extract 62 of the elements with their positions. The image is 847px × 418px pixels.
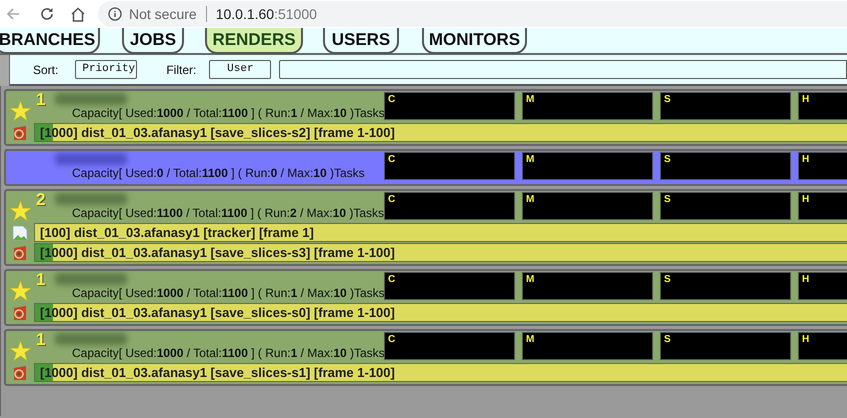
url-text: 10.0.1.60:51000 — [216, 4, 317, 24]
service-icon — [12, 124, 28, 140]
star-icon — [10, 101, 30, 121]
priority-number: 1 — [36, 331, 46, 349]
resource-graph: M — [522, 272, 653, 300]
capacity-text: Capacity[ Used:1000 / Total:1100 ] ( Run:1 / Max:10 )Tasks — [72, 106, 385, 120]
resource-graph: S — [660, 92, 791, 120]
star-icon — [10, 341, 30, 361]
capacity-text: Capacity[ Used:1000 / Total:1100 ] ( Run:1 / Max:10 )Tasks — [72, 346, 385, 360]
capacity-text: Capacity[ Used:1100 / Total:1100 ] ( Run:2 / Max:10 )Tasks — [72, 206, 384, 220]
priority-number: 1 — [36, 91, 46, 109]
priority-number: 1 — [36, 271, 46, 289]
address-bar[interactable]: Not secure 10.0.1.60:51000 — [98, 1, 847, 27]
sort-label: Sort: — [33, 62, 58, 78]
service-icon — [12, 244, 28, 260]
resource-graph: S — [660, 192, 791, 220]
info-icon[interactable] — [108, 7, 122, 21]
star-icon — [10, 281, 30, 301]
service-icon — [12, 304, 28, 320]
resource-graph: M — [522, 332, 653, 360]
security-label: Not secure — [129, 4, 197, 24]
resource-graph: H — [798, 272, 847, 300]
resource-graph: C — [384, 92, 515, 120]
reload-icon[interactable] — [40, 7, 54, 21]
render-card[interactable]: Capacity[ Used:0 / Total:1100 ] ( Run:0 / Max:10 )Tasks C M S H — [4, 149, 847, 186]
tab[interactable]: MONITORS — [422, 28, 527, 54]
task-text: [100] dist_01_03.afanasy1 [tracker] [frame 1] — [40, 224, 314, 241]
task-bar[interactable]: [100] dist_01_03.afanasy1 [tracker] [frame 1] — [34, 223, 847, 242]
resource-graph: H — [798, 332, 847, 360]
resource-graph: M — [522, 92, 653, 120]
home-icon[interactable] — [70, 6, 86, 22]
filter-input-field[interactable] — [279, 60, 847, 79]
blurred-name — [55, 333, 127, 345]
resource-graph: C — [384, 332, 515, 360]
resource-graph: C — [384, 152, 515, 180]
filter-label: Filter: — [166, 62, 196, 78]
resource-graph: H — [798, 92, 847, 120]
tab[interactable]: JOBS — [122, 28, 184, 54]
resource-graph: H — [798, 152, 847, 180]
blurred-name — [55, 93, 127, 105]
resource-graph: H — [798, 192, 847, 220]
service-icon — [12, 364, 28, 380]
broken-image-icon — [12, 224, 28, 240]
resource-graph: S — [660, 332, 791, 360]
resource-graph: S — [660, 152, 791, 180]
tab[interactable]: USERS — [323, 28, 399, 54]
blurred-name — [55, 273, 127, 285]
capacity-text: Capacity[ Used:0 / Total:1100 ] ( Run:0 / Max:10 )Tasks — [72, 166, 365, 180]
resource-graph: C — [384, 192, 515, 220]
resource-graph: M — [522, 192, 653, 220]
star-icon — [10, 201, 30, 221]
filter-button[interactable]: User — [209, 60, 272, 79]
priority-number: 2 — [36, 191, 46, 209]
resource-graph: C — [384, 272, 515, 300]
blurred-name — [55, 153, 127, 165]
tab[interactable]: BRANCHES — [0, 28, 100, 54]
resource-graph: S — [660, 272, 791, 300]
tab[interactable]: RENDERS — [205, 28, 303, 54]
resource-graph: M — [522, 152, 653, 180]
capacity-text: Capacity[ Used:1000 / Total:1100 ] ( Run:1 / Max:10 )Tasks — [72, 286, 385, 300]
blurred-name — [55, 193, 127, 205]
sort-button[interactable]: Priority — [75, 60, 138, 79]
